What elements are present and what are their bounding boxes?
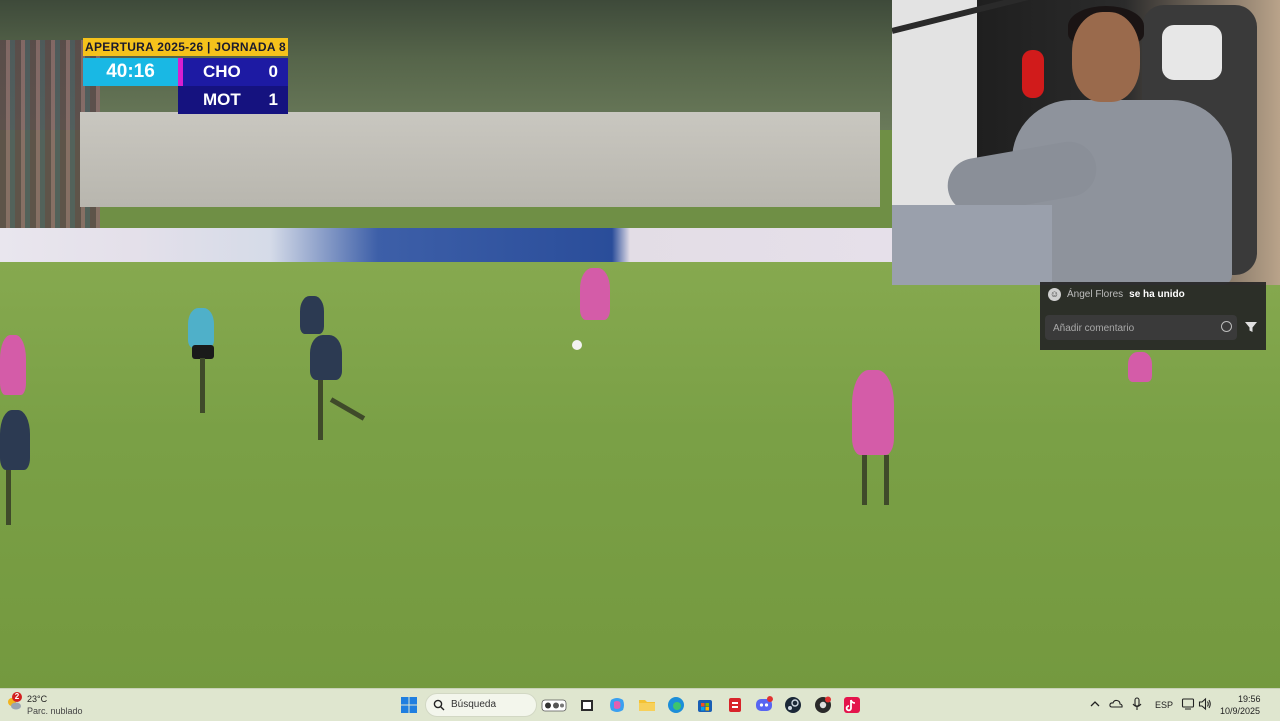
player-navy-running	[310, 335, 342, 380]
home-team-row: CHO 0	[183, 58, 288, 86]
scoreboard: APERTURA 2025-26 | JORNADA 8 40:16 CHO 0…	[83, 38, 288, 116]
away-team-score: 1	[268, 90, 278, 109]
player-leg	[884, 455, 889, 505]
competition-label: APERTURA 2025-26 | JORNADA 8	[83, 38, 288, 56]
live-chat-panel: ☺ Ángel Flores se ha unido	[1040, 282, 1266, 350]
chat-username: Ángel Flores	[1067, 288, 1124, 300]
referee-leg	[200, 358, 205, 413]
player-navy	[0, 410, 30, 470]
chat-message: ☺ Ángel Flores se ha unido	[1048, 285, 1185, 303]
volume-icon[interactable]	[1198, 697, 1212, 711]
search-icon	[433, 699, 445, 711]
store-icon[interactable]	[696, 696, 714, 714]
player-leg	[862, 455, 867, 505]
weather-condition: Parc. nublado	[27, 706, 83, 716]
away-team-name: MOT	[203, 90, 241, 109]
onedrive-cloud-icon[interactable]	[1109, 697, 1123, 711]
referee	[188, 308, 214, 348]
microphone-icon[interactable]	[1131, 697, 1143, 711]
search-label: Búsqueda	[451, 699, 497, 710]
player-pink	[580, 268, 610, 320]
player-leg	[6, 470, 11, 525]
tiktok-icon[interactable]	[843, 696, 861, 714]
player-leg	[318, 380, 323, 440]
user-avatar-icon: ☺	[1048, 287, 1061, 301]
chair-headrest	[1162, 25, 1222, 80]
player-navy	[300, 296, 324, 334]
referee-shorts	[192, 345, 214, 359]
chat-action: se ha unido	[1129, 288, 1185, 300]
away-team-row: MOT 1	[178, 86, 288, 114]
football	[572, 340, 582, 350]
comment-field[interactable]	[1045, 315, 1237, 342]
player-pink	[1128, 352, 1152, 382]
copilot-icon[interactable]	[608, 696, 626, 714]
taskbar-search[interactable]: Búsqueda	[425, 693, 537, 717]
widgets-icon[interactable]	[541, 696, 567, 714]
stadium-wall	[80, 112, 880, 207]
chevron-up-icon[interactable]	[1089, 698, 1101, 710]
emoji-icon[interactable]	[1221, 321, 1232, 332]
desk	[892, 205, 1052, 285]
filter-icon[interactable]	[1244, 320, 1258, 334]
file-explorer-icon[interactable]	[638, 696, 656, 714]
taskbar-date[interactable]: 10/9/2025	[1220, 706, 1260, 716]
comment-input[interactable]	[1051, 315, 1215, 342]
network-icon[interactable]	[1181, 697, 1195, 711]
edge-icon[interactable]	[667, 696, 685, 714]
player-pink	[852, 370, 894, 455]
language-indicator[interactable]: ESP	[1155, 700, 1173, 710]
webcam-overlay	[892, 0, 1280, 285]
windows-start-icon[interactable]	[400, 696, 418, 714]
home-team-name: CHO	[203, 62, 241, 81]
weather-widget[interactable]: 2 23°C Parc. nublado	[4, 692, 94, 718]
taskbar-time[interactable]: 19:56	[1238, 694, 1261, 704]
task-view-icon[interactable]	[578, 696, 596, 714]
chrome-icon[interactable]	[814, 696, 832, 714]
home-team-score: 0	[268, 62, 278, 81]
steam-icon[interactable]	[784, 696, 802, 714]
player-pink	[0, 335, 26, 395]
office-icon[interactable]	[726, 696, 744, 714]
match-clock: 40:16	[83, 58, 178, 86]
streamer-head	[1072, 12, 1140, 102]
windows-taskbar: 2 23°C Parc. nublado Búsqueda ESP 19:56 …	[0, 688, 1280, 721]
microphone	[1022, 50, 1044, 98]
weather-alert-badge: 2	[12, 692, 22, 702]
discord-icon[interactable]	[755, 696, 773, 714]
weather-temperature: 23°C	[27, 694, 48, 704]
